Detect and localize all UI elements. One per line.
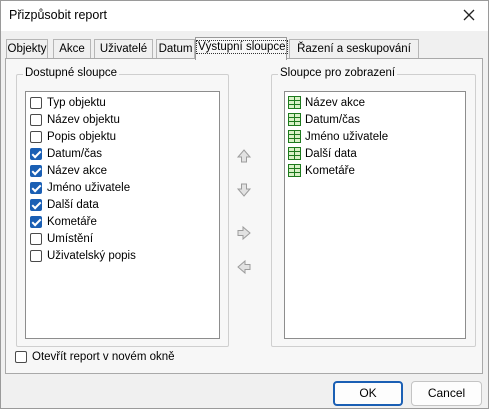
list-item[interactable]: Další data [288, 145, 357, 162]
table-column-icon [288, 164, 301, 177]
list-item[interactable]: Popis objektu [30, 128, 116, 145]
tab-akce[interactable]: Akce [53, 39, 91, 59]
arrow-right-icon [237, 225, 251, 240]
cancel-button[interactable]: Cancel [411, 381, 482, 406]
tab-vystupni-sloupce[interactable]: Výstupní sloupce [195, 37, 288, 60]
table-column-icon [288, 96, 301, 109]
display-columns-group: Sloupce pro zobrazení Název akce Datum/č… [271, 67, 476, 347]
window-title: Přizpůsobit report [9, 8, 107, 22]
open-in-new-window-option[interactable]: Otevřít report v novém okně [15, 348, 175, 365]
tab-datum[interactable]: Datum [156, 39, 195, 59]
open-in-new-window-label: Otevřít report v novém okně [32, 350, 175, 363]
output-columns-panel: Dostupné sloupce Typ objektu Název objek… [5, 58, 483, 374]
checkbox[interactable] [30, 130, 42, 143]
available-columns-group: Dostupné sloupce Typ objektu Název objek… [16, 67, 229, 347]
table-column-icon [288, 113, 301, 126]
customize-report-dialog: Přizpůsobit report Objekty Akce Uživatel… [0, 0, 489, 409]
available-columns-list[interactable]: Typ objektu Název objektu Popis objektu … [25, 91, 220, 339]
arrow-up-icon [236, 148, 252, 162]
display-columns-list[interactable]: Název akce Datum/čas Jméno uživatele Dal… [284, 91, 466, 339]
display-columns-label: Sloupce pro zobrazení [278, 67, 398, 79]
list-item[interactable]: Jméno uživatele [288, 128, 388, 145]
list-item[interactable]: Název akce [30, 162, 107, 179]
list-item[interactable]: Kometáře [30, 213, 97, 230]
checkbox[interactable] [30, 113, 42, 126]
available-columns-label: Dostupné sloupce [23, 67, 120, 79]
tab-razeni-a-seskupovani[interactable]: Řazení a seskupování [289, 39, 419, 59]
list-item[interactable]: Datum/čas [30, 145, 102, 162]
move-up-button[interactable] [234, 145, 254, 166]
ok-button[interactable]: OK [333, 381, 403, 406]
checkbox[interactable] [30, 147, 42, 160]
list-item[interactable]: Datum/čas [288, 111, 360, 128]
checkbox[interactable] [30, 249, 42, 262]
open-in-new-window-checkbox[interactable] [15, 350, 27, 363]
list-item[interactable]: Umístění [30, 230, 93, 247]
tab-uzivatele[interactable]: Uživatelé [94, 39, 153, 59]
list-item[interactable]: Kometáře [288, 162, 355, 179]
arrow-down-icon [236, 183, 252, 197]
list-item[interactable]: Název objektu [30, 111, 120, 128]
arrow-left-icon [237, 259, 251, 274]
table-column-icon [288, 147, 301, 160]
remove-column-button[interactable] [234, 256, 254, 277]
checkbox[interactable] [30, 96, 42, 109]
table-column-icon [288, 130, 301, 143]
checkbox[interactable] [30, 181, 42, 194]
list-item[interactable]: Typ objektu [30, 94, 106, 111]
close-icon[interactable] [460, 6, 478, 24]
checkbox[interactable] [30, 164, 42, 177]
list-item[interactable]: Uživatelský popis [30, 247, 136, 264]
move-down-button[interactable] [234, 179, 254, 200]
list-item[interactable]: Název akce [288, 94, 365, 111]
list-item[interactable]: Další data [30, 196, 99, 213]
list-item[interactable]: Jméno uživatele [30, 179, 130, 196]
tab-objekty[interactable]: Objekty [6, 39, 48, 59]
title-bar: Přizpůsobit report [1, 1, 488, 31]
checkbox[interactable] [30, 198, 42, 211]
checkbox[interactable] [30, 232, 42, 245]
checkbox[interactable] [30, 215, 42, 228]
add-column-button[interactable] [234, 222, 254, 243]
